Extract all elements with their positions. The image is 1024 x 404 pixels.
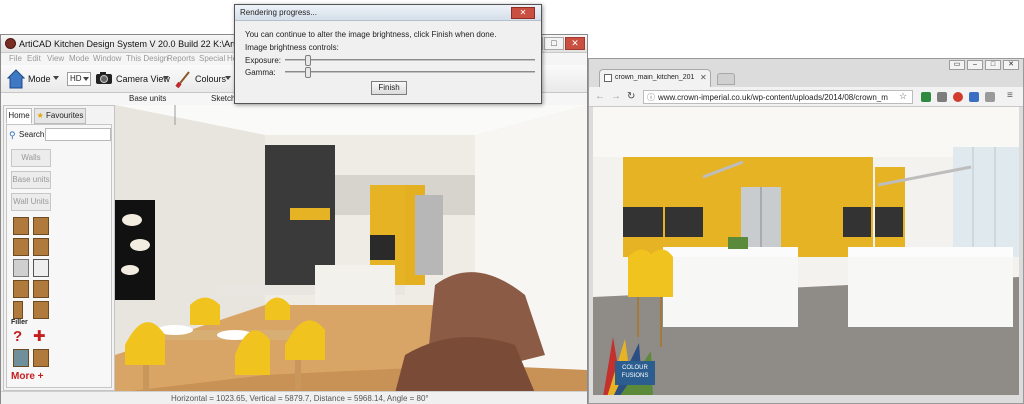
articad-app-icon	[5, 38, 16, 49]
extension-blue-icon[interactable]	[969, 92, 979, 102]
camera-dropdown-icon[interactable]	[163, 76, 169, 80]
catalogue-panel: Home ★ Favourites ⚲ Search: Walls Base u…	[3, 105, 115, 391]
exposure-label: Exposure:	[245, 56, 282, 65]
corner-unit-icon[interactable]	[33, 217, 49, 235]
menu-special[interactable]: Special	[199, 54, 225, 63]
browser-window: ▭ – □ ✕ crown_main_kitchen_201 ✕ ← → ↻ ⓘ…	[588, 58, 1024, 404]
menu-view[interactable]: View	[47, 54, 64, 63]
dialog-title: Rendering progress...	[240, 8, 317, 17]
maximize-button[interactable]: □	[544, 37, 564, 50]
tab-favourites[interactable]: ★ Favourites	[34, 108, 86, 124]
colour-fusions-badge: COLOUR FUSIONS	[621, 365, 649, 379]
rendering-progress-dialog: Rendering progress... ✕ You can continue…	[234, 4, 542, 104]
dialog-message: You can continue to alter the image brig…	[245, 30, 497, 39]
favicon-icon	[604, 74, 612, 82]
status-bar: Horizontal = 1023.65, Vertical = 5879.7,…	[1, 391, 587, 404]
back-icon[interactable]: ←	[595, 91, 605, 102]
dialog-close-button[interactable]: ✕	[511, 7, 535, 19]
walls-button[interactable]: Walls	[11, 149, 51, 167]
browser-user-button[interactable]: ▭	[949, 60, 965, 70]
search-label: Search:	[19, 130, 47, 139]
kitchen-render-image	[115, 105, 587, 393]
brightness-group-label: Image brightness controls:	[245, 43, 339, 52]
address-toolbar: ← → ↻ ⓘ www.crown-imperial.co.uk/wp-cont…	[589, 87, 1023, 107]
browser-close-button[interactable]: ✕	[1003, 60, 1019, 70]
url-text: www.crown-imperial.co.uk/wp-content/uplo…	[658, 93, 888, 102]
bookmark-star-icon[interactable]: ☆	[899, 91, 907, 102]
browser-tab[interactable]: crown_main_kitchen_201 ✕	[599, 69, 711, 87]
menu-window[interactable]: Window	[93, 54, 121, 63]
help-icon[interactable]: ?	[13, 328, 29, 346]
tab-close-icon[interactable]: ✕	[700, 73, 707, 82]
render-viewport[interactable]	[115, 105, 587, 393]
tab-title: crown_main_kitchen_201	[615, 74, 695, 81]
colours-label[interactable]: Colours	[195, 74, 226, 84]
colours-dropdown-icon[interactable]	[225, 76, 231, 80]
adblock-icon[interactable]	[953, 92, 963, 102]
camera-view-label[interactable]: Camera View	[116, 74, 170, 84]
mode-dropdown-icon[interactable]	[53, 76, 59, 80]
camera-icon[interactable]	[95, 71, 113, 85]
paintbrush-icon[interactable]	[174, 69, 192, 89]
glass-unit-icon[interactable]	[13, 349, 29, 367]
base-units-button[interactable]: Base units	[11, 171, 51, 189]
menu-file[interactable]: File	[9, 54, 22, 63]
mode-house-icon[interactable]	[6, 69, 26, 89]
door-unit-icon[interactable]	[33, 301, 49, 319]
extension-grid-icon[interactable]	[937, 92, 947, 102]
wall-units-button[interactable]: Wall Units	[11, 193, 51, 211]
gamma-slider[interactable]	[285, 67, 535, 78]
hd-value: HD	[70, 74, 82, 83]
finish-button[interactable]: Finish	[371, 81, 407, 95]
more-button[interactable]: More +	[11, 371, 44, 382]
end-panel-icon[interactable]	[13, 280, 29, 298]
filler-label: Filler	[11, 319, 28, 326]
oven-icon[interactable]	[33, 259, 49, 277]
menu-edit[interactable]: Edit	[27, 54, 41, 63]
hd-dropdown-icon	[83, 77, 89, 81]
status-coordinates: Horizontal = 1023.65, Vertical = 5879.7,…	[171, 394, 429, 403]
favourites-label: Favourites	[46, 111, 84, 120]
extension-green-icon[interactable]	[921, 92, 931, 102]
search-input[interactable]	[45, 128, 111, 141]
dialog-titlebar[interactable]: Rendering progress... ✕	[235, 5, 541, 21]
close-button[interactable]: ✕	[565, 37, 585, 50]
crown-kitchen-image	[593, 107, 1019, 395]
worktop-icon[interactable]	[33, 349, 49, 367]
sink-icon[interactable]	[13, 259, 29, 277]
base-unit-icon[interactable]	[13, 217, 29, 235]
exposure-slider-thumb[interactable]	[305, 55, 311, 66]
mode-label[interactable]: Mode	[28, 74, 51, 84]
move-cross-icon[interactable]: ✚	[33, 328, 49, 346]
gamma-slider-track	[285, 71, 535, 73]
tall-corner-unit-icon[interactable]	[33, 238, 49, 256]
tall-unit-icon[interactable]	[13, 238, 29, 256]
star-icon: ★	[36, 111, 44, 120]
extension-gray-icon[interactable]	[985, 92, 995, 102]
filler-icon[interactable]	[13, 301, 23, 319]
search-icon: ⚲	[9, 130, 16, 140]
tab-base-units[interactable]: Base units	[129, 94, 166, 103]
new-tab-button[interactable]	[717, 73, 735, 85]
panel-body: ⚲ Search: Walls Base units Wall Units Fi…	[6, 124, 112, 388]
plinth-icon[interactable]	[33, 280, 49, 298]
tab-home[interactable]: Home	[6, 108, 32, 124]
exposure-slider-track	[285, 59, 535, 61]
exposure-slider[interactable]	[285, 55, 535, 66]
hd-select[interactable]: HD	[67, 72, 91, 86]
gamma-slider-thumb[interactable]	[305, 67, 311, 78]
url-bar[interactable]: ⓘ www.crown-imperial.co.uk/wp-content/up…	[643, 90, 913, 104]
image-view[interactable]: COLOUR FUSIONS	[593, 107, 1019, 395]
gamma-label: Gamma:	[245, 68, 276, 77]
browser-maximize-button[interactable]: □	[985, 60, 1001, 70]
menu-this-design[interactable]: This Design	[126, 54, 168, 63]
forward-icon[interactable]: →	[611, 91, 621, 102]
reload-icon[interactable]: ↻	[627, 91, 635, 102]
chrome-menu-icon[interactable]: ≡	[1007, 90, 1013, 101]
menu-mode[interactable]: Mode	[69, 54, 89, 63]
page-info-icon[interactable]: ⓘ	[647, 92, 655, 103]
browser-minimize-button[interactable]: –	[967, 60, 983, 70]
menu-reports[interactable]: Reports	[167, 54, 195, 63]
